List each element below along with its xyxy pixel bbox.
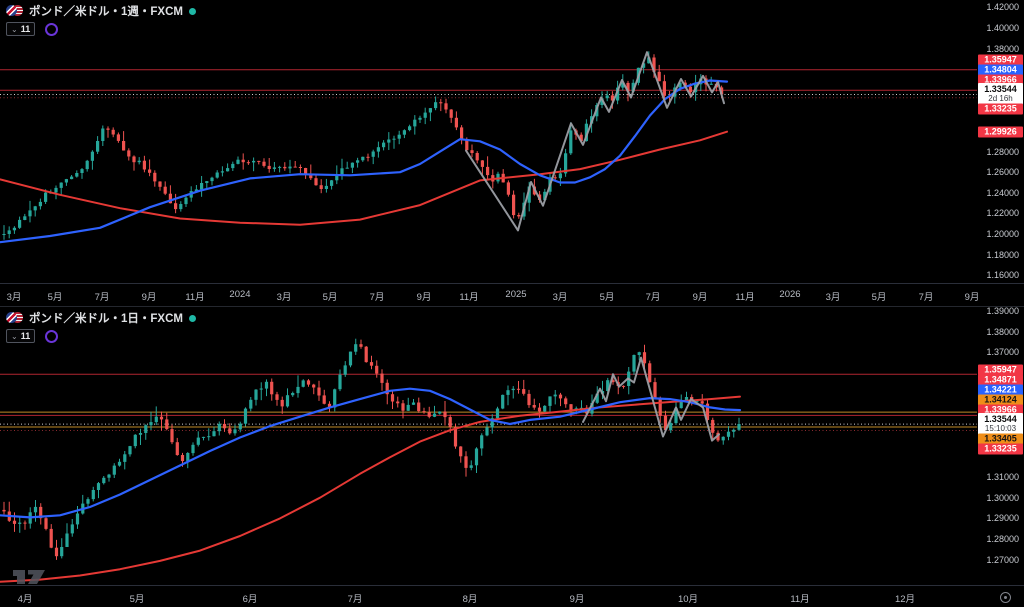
time-tick: 7月 xyxy=(369,292,385,303)
price-tick: 1.40000 xyxy=(986,23,1019,33)
price-tick: 1.38000 xyxy=(986,326,1019,337)
time-tick: 5月 xyxy=(47,292,63,303)
price-tick: 1.42000 xyxy=(986,2,1019,13)
time-tick: 9月 xyxy=(569,594,585,605)
price-tick: 1.28000 xyxy=(986,534,1019,545)
indicator-count: 11 xyxy=(20,24,31,34)
daily-chart-pane[interactable]: 4月 5月 6月 7月 8月 9月 10月 11月 12月 ポンド／米ドル・1日・FXCM ⌄ … xyxy=(0,306,1024,607)
chart-workspace: 3月 5月 7月 9月 11月 2024 3月 5月 7月 9月 11月 2025 3月 5月 7月 9月 11… xyxy=(0,0,1024,607)
time-tick: 11月 xyxy=(185,292,205,303)
price-tick: 1.30000 xyxy=(986,492,1019,503)
price-tick: 1.38000 xyxy=(986,43,1019,54)
time-tick: 5月 xyxy=(599,292,615,303)
daily-plot-canvas[interactable] xyxy=(0,307,1024,585)
time-tick: 3月 xyxy=(276,292,292,303)
time-tick: 9月 xyxy=(141,292,157,303)
weekly-chart-pane[interactable]: 3月 5月 7月 9月 11月 2024 3月 5月 7月 9月 11月 2025 3月 5月 7月 9月 11… xyxy=(0,0,1024,306)
weekly-time-axis[interactable]: 3月 5月 7月 9月 11月 2024 3月 5月 7月 9月 11月 2025 3月 5月 7月 9月 11… xyxy=(0,283,1024,306)
purple-ring-icon[interactable] xyxy=(45,329,59,343)
time-tick: 2025 xyxy=(505,289,527,300)
price-tick: 1.26000 xyxy=(986,167,1019,178)
price-tick: 1.22000 xyxy=(986,208,1019,219)
time-tick: 7月 xyxy=(645,292,661,303)
price-tick: 1.29000 xyxy=(986,513,1019,524)
purple-ring-icon[interactable] xyxy=(45,22,59,36)
price-tick: 1.31000 xyxy=(986,471,1019,482)
price-label-1.29926[interactable]: 1.29926 xyxy=(978,126,1023,138)
chevron-down-icon: ⌄ xyxy=(11,24,18,34)
price-tick: 1.39000 xyxy=(986,306,1019,316)
time-tick: 3月 xyxy=(825,292,841,303)
time-tick: 11月 xyxy=(735,292,755,303)
weekly-plot-canvas[interactable] xyxy=(0,0,1024,283)
symbol-title[interactable]: ポンド／米ドル・1週・FXCM xyxy=(29,3,183,19)
time-tick: 5月 xyxy=(129,594,145,605)
time-tick: 4月 xyxy=(17,594,33,605)
price-tick: 1.20000 xyxy=(986,228,1019,239)
price-label-1.33235[interactable]: 1.33235 xyxy=(978,443,1023,455)
symbol-pair-logo xyxy=(6,312,23,324)
price-tick: 1.28000 xyxy=(986,146,1019,157)
indicator-count-chip[interactable]: ⌄ 11 xyxy=(6,329,36,343)
time-tick: 10月 xyxy=(677,594,699,605)
market-status-dot xyxy=(188,314,196,322)
price-label-1.33235[interactable]: 1.33235 xyxy=(978,103,1023,115)
time-tick: 7月 xyxy=(347,594,363,605)
time-tick: 12月 xyxy=(894,594,916,605)
time-tick: 7月 xyxy=(918,292,934,303)
time-tick: 11月 xyxy=(459,292,479,303)
price-tick: 1.18000 xyxy=(986,249,1019,260)
chevron-down-icon: ⌄ xyxy=(11,331,18,341)
time-tick: 8月 xyxy=(462,594,478,605)
price-tick: 1.24000 xyxy=(986,187,1019,198)
time-tick: 11月 xyxy=(790,594,810,605)
time-tick: 9月 xyxy=(692,292,708,303)
symbol-pair-logo xyxy=(6,5,23,17)
time-tick: 5月 xyxy=(871,292,887,303)
symbol-title[interactable]: ポンド／米ドル・1日・FXCM xyxy=(29,310,183,326)
price-tick: 1.37000 xyxy=(986,347,1019,358)
time-tick: 5月 xyxy=(322,292,338,303)
time-tick: 3月 xyxy=(552,292,568,303)
daily-time-axis[interactable]: 4月 5月 6月 7月 8月 9月 10月 11月 12月 xyxy=(0,585,1024,607)
gear-icon[interactable] xyxy=(1000,592,1011,603)
price-tick: 1.16000 xyxy=(986,270,1019,281)
price-label-1.33544[interactable]: 1.33544 15:10:03 xyxy=(978,413,1023,436)
price-tick: 1.27000 xyxy=(986,554,1019,565)
time-tick: 9月 xyxy=(416,292,432,303)
time-tick: 9月 xyxy=(964,292,980,303)
time-tick: 2026 xyxy=(779,289,801,300)
time-tick: 7月 xyxy=(94,292,110,303)
price-label-1.33544[interactable]: 1.33544 2d 16h xyxy=(978,83,1023,106)
market-status-dot xyxy=(188,7,196,15)
tradingview-logo[interactable] xyxy=(12,563,52,587)
time-tick: 3月 xyxy=(6,292,22,303)
time-tick: 6月 xyxy=(242,594,258,605)
time-tick: 2024 xyxy=(229,289,251,300)
indicator-count: 11 xyxy=(20,331,31,341)
indicator-count-chip[interactable]: ⌄ 11 xyxy=(6,22,36,36)
